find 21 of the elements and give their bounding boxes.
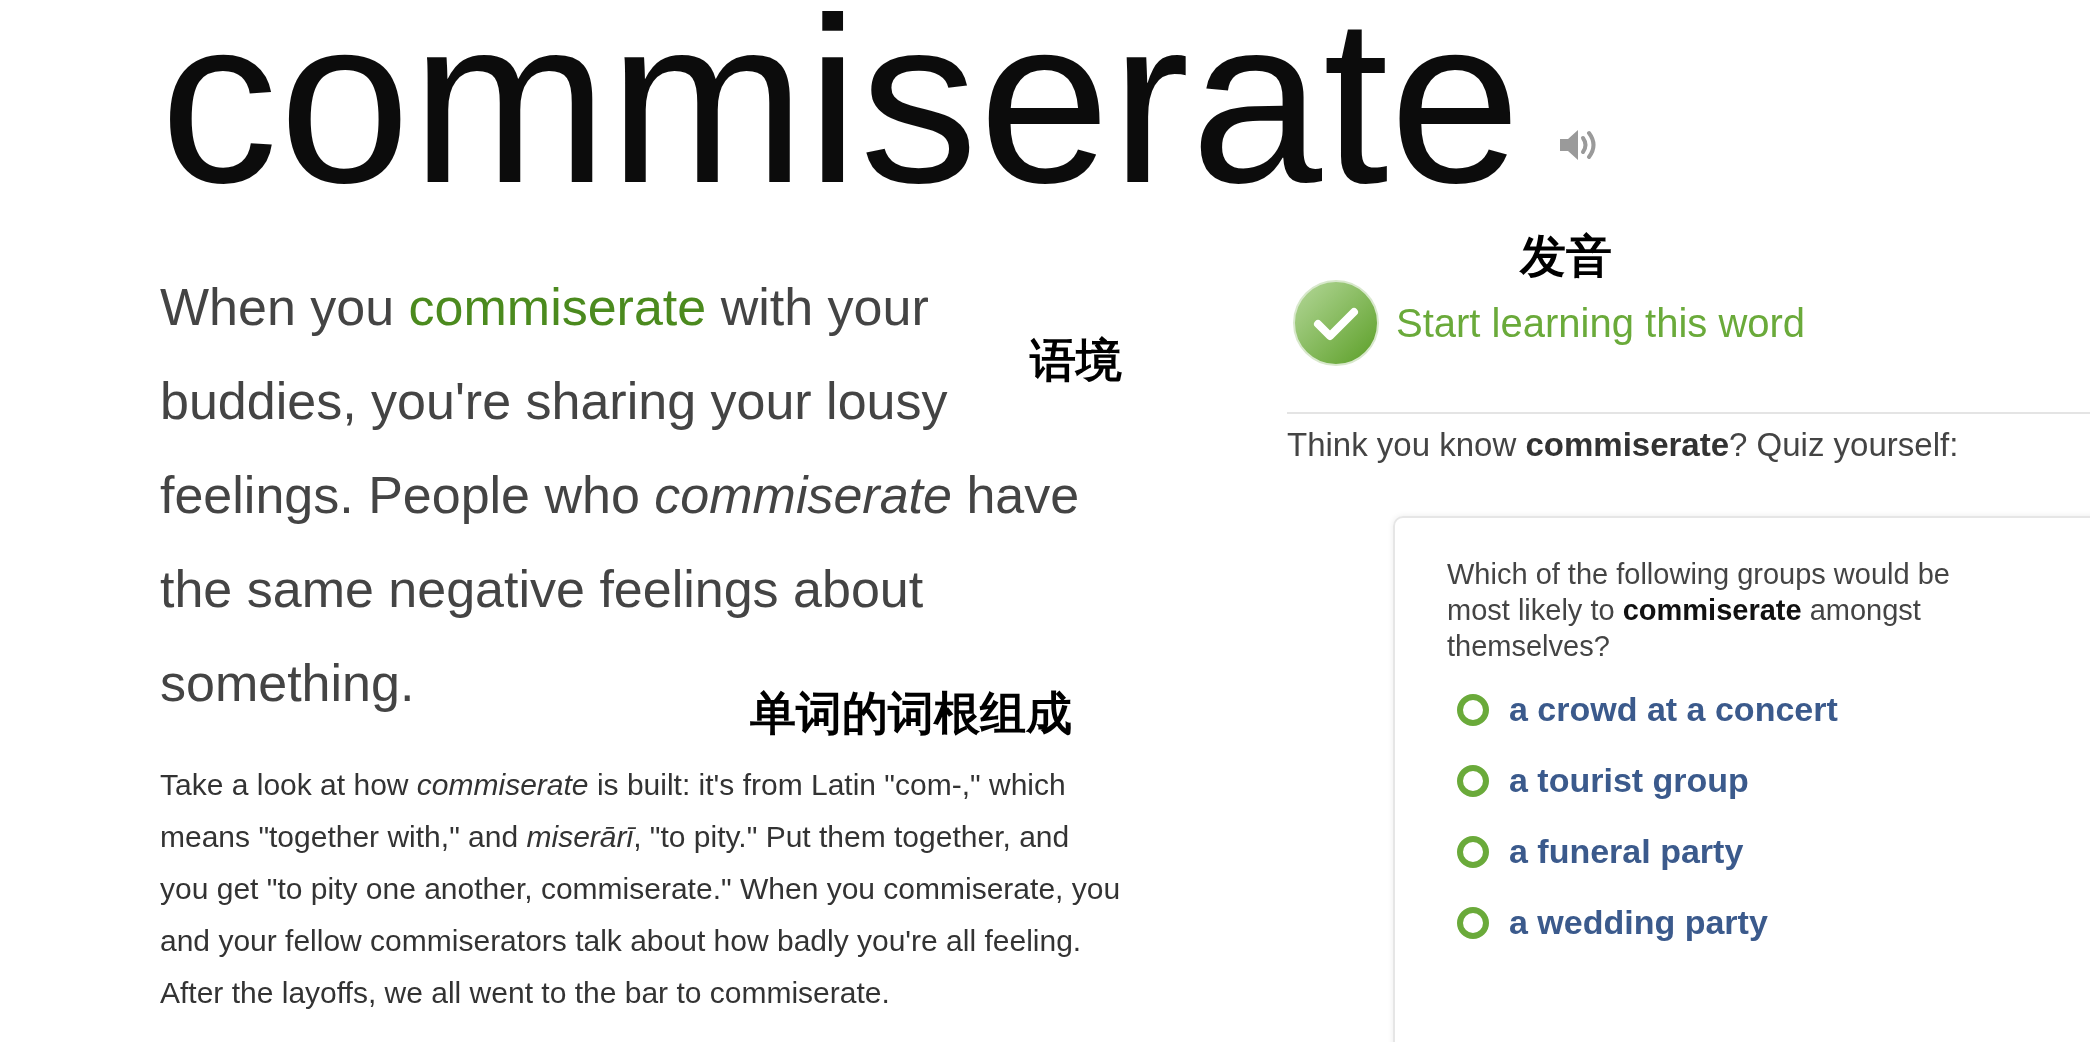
radio-button[interactable] xyxy=(1457,693,1489,726)
definition-line: buddies, you're sharing your lousy xyxy=(160,371,948,432)
definition-line: feelings. People who commiserate have xyxy=(160,465,1080,526)
answer-option[interactable]: a wedding party xyxy=(1509,903,1768,942)
definition-line: something. xyxy=(160,653,415,714)
quiz-question: Which of the following groups would be most likely to commiserate amongst themselves? xyxy=(1447,557,1951,664)
definition-line: When you commiserate with your xyxy=(160,277,929,338)
word-link[interactable]: commiserate xyxy=(408,278,707,336)
answer-option[interactable]: a funeral party xyxy=(1509,832,1744,871)
radio-button[interactable] xyxy=(1457,764,1489,797)
etymology-paragraph: Take a look at how commiserate is built: it's from Latin "com-," which means "together with," and miserārī, "to pity." Put them together, and you get "to pity one another, commiserate." When you commiserate, you and your fellow commiserators talk about how badly you're all feeling. After the layoffs, we all went to the bar to commiserate. xyxy=(160,767,1122,1011)
answer-option[interactable]: a tourist group xyxy=(1509,761,1749,800)
headword: commiserate xyxy=(160,0,1522,200)
quiz-prompt: Think you know commiserate? Quiz yourself: xyxy=(1287,426,1960,464)
radio-button[interactable] xyxy=(1457,835,1489,868)
definition-line: the same negative feelings about xyxy=(160,559,924,620)
answer-option[interactable]: a crowd at a concert xyxy=(1509,690,1838,729)
annotation-label: 单词的词根组成 xyxy=(750,685,1072,742)
annotation-label: 语境 xyxy=(1030,332,1122,389)
radio-button[interactable] xyxy=(1457,906,1489,939)
check-icon xyxy=(1292,279,1380,367)
